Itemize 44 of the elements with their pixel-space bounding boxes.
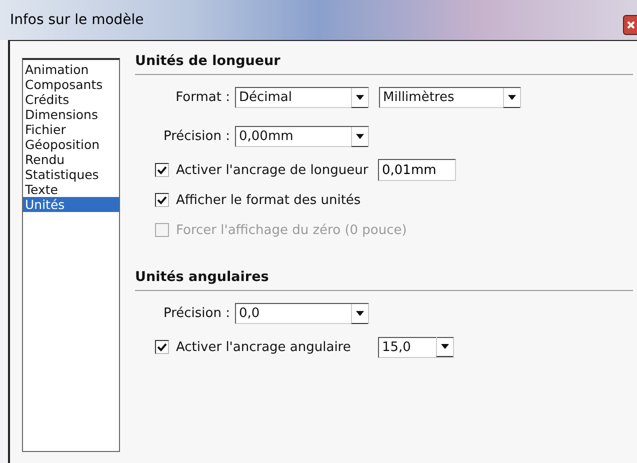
checkbox[interactable] (155, 193, 169, 207)
dropdown[interactable]: 0,0 (235, 303, 369, 324)
category-item[interactable]: Crédits (23, 92, 119, 107)
checkbox-label: Afficher le format des unités (175, 192, 362, 208)
checkbox-label: Activer l'ancrage de longueur (175, 162, 370, 178)
caret-icon (356, 310, 364, 316)
check-icon (157, 166, 167, 174)
category-item[interactable]: Statistiques (23, 167, 119, 182)
checkbox-label: Activer l'ancrage angulaire (175, 340, 352, 354)
section-heading: Unités angulaires (135, 267, 633, 291)
dropdown-value: Millimètres (383, 90, 454, 105)
category-item[interactable]: Fichier (23, 122, 119, 137)
window-title: Infos sur le modèle (9, 12, 144, 28)
dropdown-value: 15,0 (382, 340, 411, 354)
checkbox[interactable] (155, 163, 169, 177)
category-item[interactable]: Animation (23, 62, 119, 77)
dropdown[interactable]: 15,0 (378, 336, 454, 358)
dropdown-value: 0,0 (239, 306, 260, 321)
close-button[interactable] (623, 15, 637, 35)
dropdown-value: Décimal (239, 90, 292, 105)
category-item[interactable]: Géoposition (23, 137, 119, 152)
caret-icon (441, 344, 449, 349)
field-label: Format : (174, 90, 231, 105)
caret-icon (356, 94, 364, 100)
category-item[interactable]: Composants (23, 77, 119, 92)
category-item[interactable]: Unités (23, 197, 119, 212)
caret-icon (508, 94, 516, 100)
dropdown[interactable]: Décimal (235, 87, 369, 108)
caret-icon (356, 134, 364, 138)
category-item[interactable]: Rendu (23, 152, 119, 167)
section-heading: Unités de longueur (135, 51, 633, 75)
close-icon (626, 21, 634, 29)
dropdown[interactable]: 0,00mm (235, 126, 369, 147)
field-label: Précision : (162, 306, 231, 321)
dropdown[interactable]: Millimètres (379, 87, 521, 108)
check-icon (157, 196, 167, 204)
field-label: Précision : (162, 129, 231, 144)
category-item[interactable]: Dimensions (23, 107, 119, 122)
category-item[interactable]: Texte (23, 182, 119, 197)
check-icon (157, 342, 167, 352)
text-field[interactable]: 0,01mm (378, 159, 456, 181)
checkbox[interactable] (155, 340, 169, 354)
dropdown-value: 0,00mm (239, 129, 294, 144)
checkbox-label: Forcer l'affichage du zéro (0 pouce) (175, 222, 407, 238)
